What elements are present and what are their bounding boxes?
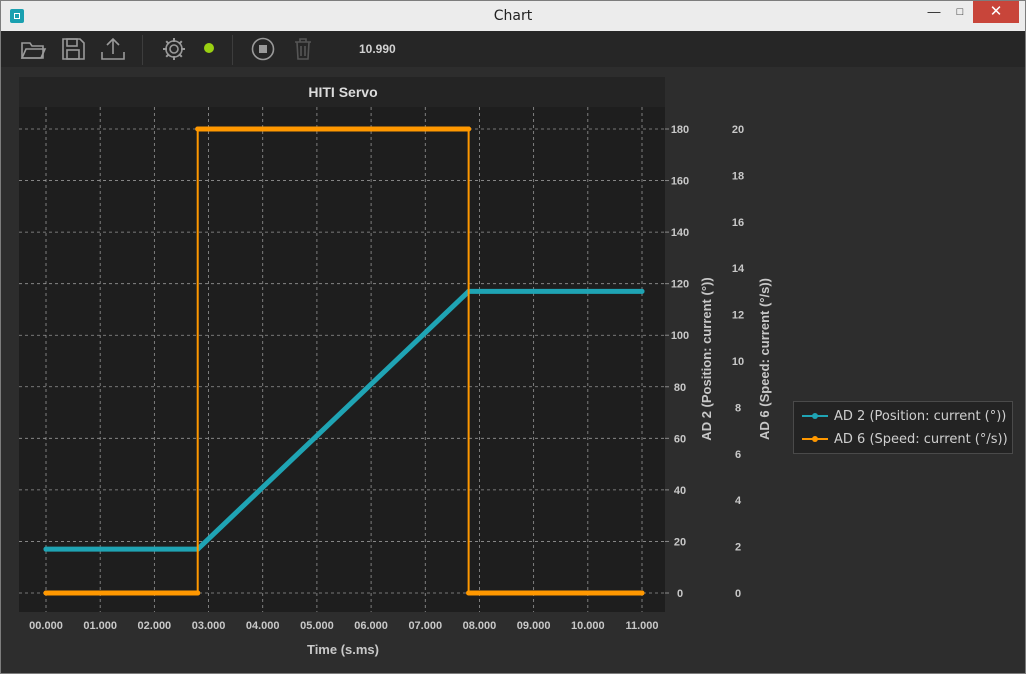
toolbar-separator — [232, 35, 233, 65]
x-axis-label: Time (s.ms) — [307, 642, 379, 657]
legend-label-position: AD 2 (Position: current (°)) — [834, 409, 1007, 424]
legend: AD 2 (Position: current (°)) AD 6 (Speed… — [793, 401, 1013, 454]
speed-series-point — [466, 126, 472, 132]
x-tick-label: 06.000 — [354, 620, 388, 632]
speed-series-point — [466, 590, 472, 596]
y-right-tick-label: 0 — [735, 588, 741, 600]
toolbar — [1, 31, 1025, 67]
y-left-tick-label: 40 — [674, 485, 686, 497]
y-right-tick-label: 8 — [735, 402, 741, 414]
position-series-point — [43, 546, 49, 552]
legend-label-speed: AD 6 (Speed: current (°/s)) — [834, 432, 1008, 447]
x-tick-label: 04.000 — [246, 620, 280, 632]
position-series-point — [639, 288, 645, 294]
y-left-tick-label: 100 — [671, 330, 689, 342]
x-tick-label: 08.000 — [463, 620, 497, 632]
chart-title: HITI Servo — [308, 84, 377, 100]
x-tick-label: 10.000 — [571, 620, 605, 632]
y-left-tick-label: 0 — [677, 588, 683, 600]
title-bar: Chart — □ ✕ — [1, 1, 1025, 31]
plot-area — [19, 107, 665, 612]
save-icon[interactable] — [59, 35, 87, 63]
y-left-axis-label: AD 2 (Position: current (°)) — [699, 277, 714, 440]
x-tick-label: 02.000 — [138, 620, 172, 632]
speed-series-point — [639, 590, 645, 596]
chart-svg: HITI Servo 00.000 01.000 02.000 03.000 04.00… — [19, 77, 772, 657]
y-right-tick-label: 10 — [732, 356, 744, 368]
y-left-tick-label: 20 — [674, 536, 686, 548]
y-right-axis-label: AD 6 (Speed: current (°/s)) — [757, 278, 772, 440]
speed-series-point — [43, 590, 49, 596]
y-right-tick-label: 6 — [735, 449, 741, 461]
y-right-tick-label: 16 — [732, 217, 744, 229]
stop-icon[interactable] — [249, 35, 277, 63]
export-icon[interactable] — [99, 35, 127, 63]
y-right-axis-ticks: 0 2 4 6 8 10 12 14 16 18 20 — [732, 124, 745, 600]
close-icon[interactable]: ✕ — [973, 1, 1019, 23]
x-tick-label: 05.000 — [300, 620, 334, 632]
toolbar-separator — [142, 35, 143, 65]
speed-series-point — [195, 126, 201, 132]
maximize-icon[interactable]: □ — [947, 1, 973, 23]
x-tick-label: 07.000 — [408, 620, 442, 632]
x-tick-label: 11.000 — [625, 620, 658, 632]
x-tick-label: 00.000 — [29, 620, 63, 632]
open-folder-icon[interactable] — [19, 35, 47, 63]
y-right-tick-label: 2 — [735, 542, 741, 554]
window-title: Chart — [493, 8, 533, 24]
y-left-axis-ticks: 0 20 40 60 80 100 120 140 160 180 — [665, 124, 689, 600]
speed-series-point — [195, 590, 201, 596]
y-left-tick-label: 180 — [671, 124, 689, 136]
status-led — [204, 43, 214, 53]
x-tick-label: 03.000 — [192, 620, 226, 632]
x-tick-label: 09.000 — [517, 620, 551, 632]
legend-marker-speed — [812, 436, 818, 442]
x-tick-label: 01.000 — [83, 620, 117, 632]
y-right-tick-label: 14 — [732, 263, 745, 275]
x-axis-ticks: 00.000 01.000 02.000 03.000 04.000 05.000 06.0… — [29, 620, 658, 632]
trash-icon[interactable] — [289, 35, 317, 63]
y-right-tick-label: 18 — [732, 170, 744, 182]
chart-panel: HITI Servo 00.000 01.000 02.000 03.000 04.00… — [11, 67, 1025, 671]
y-left-tick-label: 120 — [671, 279, 689, 291]
y-left-tick-label: 80 — [674, 382, 686, 394]
gear-icon[interactable] — [160, 35, 188, 63]
y-left-tick-label: 160 — [671, 176, 689, 188]
chart-window: Chart — □ ✕ 10.990 HITI Servo 00.000 01.… — [0, 0, 1026, 674]
minimize-icon[interactable]: — — [921, 1, 947, 23]
y-right-tick-label: 20 — [732, 124, 744, 136]
y-left-tick-label: 60 — [674, 433, 686, 445]
y-right-tick-label: 4 — [735, 495, 742, 507]
toolbar-value: 10.990 — [359, 42, 396, 56]
y-right-tick-label: 12 — [732, 310, 744, 322]
legend-marker-position — [812, 413, 818, 419]
y-left-tick-label: 140 — [671, 227, 689, 239]
